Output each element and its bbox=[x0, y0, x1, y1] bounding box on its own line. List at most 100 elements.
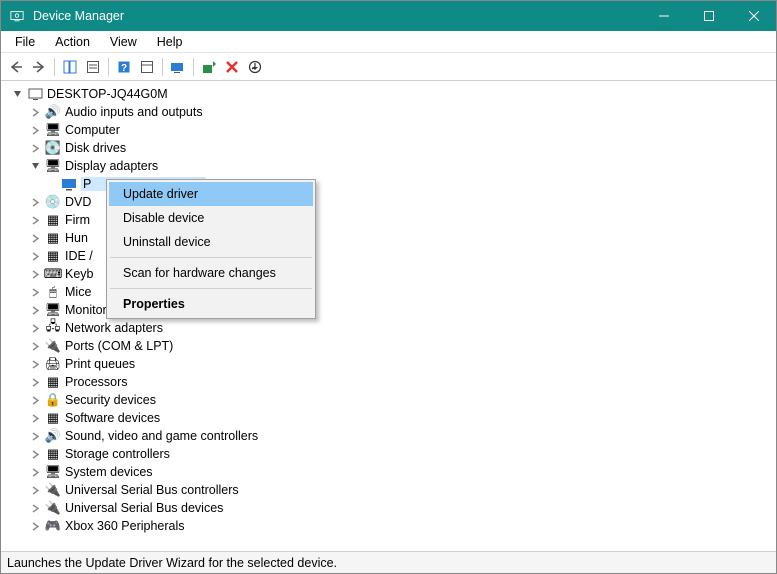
expander-closed-icon[interactable] bbox=[29, 268, 41, 280]
tree-category[interactable]: 🖥Computer bbox=[11, 121, 776, 139]
expander-closed-icon[interactable] bbox=[29, 394, 41, 406]
category-label[interactable]: Mice bbox=[65, 285, 91, 299]
tree-category[interactable]: 💽Disk drives bbox=[11, 139, 776, 157]
ctx-uninstall-device[interactable]: Uninstall device bbox=[109, 230, 313, 254]
minimize-button[interactable] bbox=[641, 1, 686, 31]
tree-category[interactable]: ▦Processors bbox=[11, 373, 776, 391]
device-tree[interactable]: DESKTOP-JQ44G0M 🔊Audio inputs and output… bbox=[1, 81, 776, 551]
expander-closed-icon[interactable] bbox=[29, 412, 41, 424]
expander-open-icon[interactable] bbox=[29, 160, 41, 172]
expander-closed-icon[interactable] bbox=[29, 340, 41, 352]
expander-closed-icon[interactable] bbox=[29, 502, 41, 514]
expander-closed-icon[interactable] bbox=[29, 286, 41, 298]
ctx-disable-device[interactable]: Disable device bbox=[109, 206, 313, 230]
category-icon: 🎮 bbox=[45, 518, 61, 534]
category-label[interactable]: Keyb bbox=[65, 267, 94, 281]
device-icon bbox=[61, 176, 77, 192]
back-button[interactable] bbox=[5, 56, 27, 78]
category-icon: 🖥 bbox=[45, 302, 61, 318]
ctx-update-driver[interactable]: Update driver bbox=[109, 182, 313, 206]
tree-category[interactable]: 🔒Security devices bbox=[11, 391, 776, 409]
category-label[interactable]: Universal Serial Bus controllers bbox=[65, 483, 239, 497]
close-button[interactable] bbox=[731, 1, 776, 31]
category-label[interactable]: Security devices bbox=[65, 393, 156, 407]
expander-closed-icon[interactable] bbox=[29, 196, 41, 208]
expander-closed-icon[interactable] bbox=[29, 124, 41, 136]
category-label[interactable]: IDE / bbox=[65, 249, 93, 263]
expander-closed-icon[interactable] bbox=[29, 322, 41, 334]
category-icon: 🖥 bbox=[45, 464, 61, 480]
show-hide-console-button[interactable] bbox=[59, 56, 81, 78]
category-label[interactable]: Storage controllers bbox=[65, 447, 170, 461]
ctx-separator bbox=[110, 257, 312, 258]
expander-closed-icon[interactable] bbox=[29, 358, 41, 370]
menu-view[interactable]: View bbox=[100, 33, 147, 51]
expander-closed-icon[interactable] bbox=[29, 250, 41, 262]
tree-category[interactable]: 🖥 Display adapters bbox=[11, 157, 776, 175]
status-text: Launches the Update Driver Wizard for th… bbox=[7, 556, 337, 570]
category-label[interactable]: Universal Serial Bus devices bbox=[65, 501, 223, 515]
category-label[interactable]: Processors bbox=[65, 375, 128, 389]
expander-closed-icon[interactable] bbox=[29, 484, 41, 496]
category-label[interactable]: Firm bbox=[65, 213, 90, 227]
category-icon: 🔌 bbox=[45, 500, 61, 516]
category-label[interactable]: Audio inputs and outputs bbox=[65, 105, 203, 119]
tree-category[interactable]: 🖧 Network adapters bbox=[11, 319, 776, 337]
tree-category[interactable]: ▦Software devices bbox=[11, 409, 776, 427]
menu-help[interactable]: Help bbox=[147, 33, 193, 51]
category-label[interactable]: System devices bbox=[65, 465, 153, 479]
category-label[interactable]: Print queues bbox=[65, 357, 135, 371]
tree-category[interactable]: 🔊Sound, video and game controllers bbox=[11, 427, 776, 445]
action-button[interactable] bbox=[136, 56, 158, 78]
category-label[interactable]: Sound, video and game controllers bbox=[65, 429, 258, 443]
properties-button[interactable] bbox=[82, 56, 104, 78]
category-icon: ▦ bbox=[45, 248, 61, 264]
tree-category[interactable]: 🖥 System devices bbox=[11, 463, 776, 481]
category-icon: ⌨ bbox=[45, 266, 61, 282]
category-label[interactable]: Ports (COM & LPT) bbox=[65, 339, 173, 353]
menu-action[interactable]: Action bbox=[45, 33, 100, 51]
expander-icon[interactable] bbox=[11, 88, 23, 100]
tree-category[interactable]: 🔌 Universal Serial Bus devices bbox=[11, 499, 776, 517]
tree-category[interactable]: 🔌Ports (COM & LPT) bbox=[11, 337, 776, 355]
expander-closed-icon[interactable] bbox=[29, 232, 41, 244]
uninstall-button[interactable] bbox=[221, 56, 243, 78]
expander-closed-icon[interactable] bbox=[29, 214, 41, 226]
ctx-properties[interactable]: Properties bbox=[109, 292, 313, 316]
maximize-button[interactable] bbox=[686, 1, 731, 31]
category-label[interactable]: DVD bbox=[65, 195, 91, 209]
category-label[interactable]: Display adapters bbox=[65, 159, 158, 173]
ctx-scan-hardware[interactable]: Scan for hardware changes bbox=[109, 261, 313, 285]
status-bar: Launches the Update Driver Wizard for th… bbox=[1, 551, 776, 573]
forward-button[interactable] bbox=[28, 56, 50, 78]
expander-closed-icon[interactable] bbox=[29, 520, 41, 532]
expander-closed-icon[interactable] bbox=[29, 430, 41, 442]
menu-file[interactable]: File bbox=[5, 33, 45, 51]
expander-closed-icon[interactable] bbox=[29, 466, 41, 478]
category-label[interactable]: Software devices bbox=[65, 411, 160, 425]
expander-closed-icon[interactable] bbox=[29, 304, 41, 316]
tree-category[interactable]: ▦Storage controllers bbox=[11, 445, 776, 463]
expander-closed-icon[interactable] bbox=[29, 448, 41, 460]
category-icon: 🖧 bbox=[45, 320, 61, 336]
root-node-label[interactable]: DESKTOP-JQ44G0M bbox=[47, 87, 168, 101]
tree-category[interactable]: 🔌Universal Serial Bus controllers bbox=[11, 481, 776, 499]
expander-closed-icon[interactable] bbox=[29, 376, 41, 388]
scan-button[interactable] bbox=[167, 56, 189, 78]
tree-category[interactable]: 🔊Audio inputs and outputs bbox=[11, 103, 776, 121]
expander-closed-icon[interactable] bbox=[29, 142, 41, 154]
category-label[interactable]: Disk drives bbox=[65, 141, 126, 155]
window-title: Device Manager bbox=[33, 9, 641, 23]
expander-closed-icon[interactable] bbox=[29, 106, 41, 118]
computer-icon bbox=[27, 86, 43, 102]
tree-category[interactable]: 🎮 Xbox 360 Peripherals bbox=[11, 517, 776, 535]
update-button[interactable] bbox=[244, 56, 266, 78]
help-button[interactable]: ? bbox=[113, 56, 135, 78]
category-label[interactable]: Computer bbox=[65, 123, 120, 137]
category-label[interactable]: Hun bbox=[65, 231, 88, 245]
category-label[interactable]: Xbox 360 Peripherals bbox=[65, 519, 185, 533]
category-icon: 🖥 bbox=[45, 158, 61, 174]
enable-button[interactable] bbox=[198, 56, 220, 78]
category-label[interactable]: Network adapters bbox=[65, 321, 163, 335]
tree-category[interactable]: 🖨Print queues bbox=[11, 355, 776, 373]
